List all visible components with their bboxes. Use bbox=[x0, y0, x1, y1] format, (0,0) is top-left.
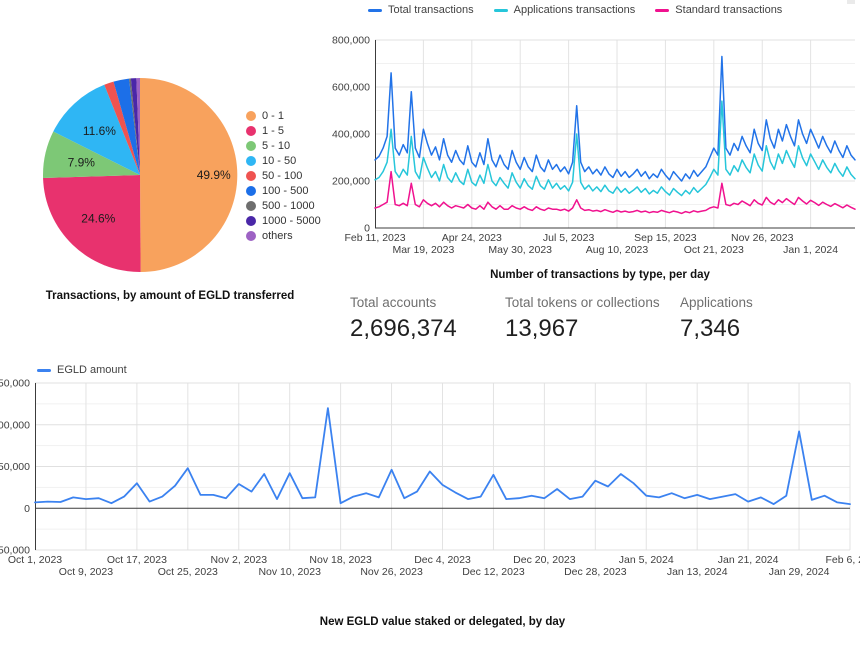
legend-label: Standard transactions bbox=[675, 4, 782, 16]
x-tick-label: Jul 5, 2023 bbox=[543, 232, 595, 244]
egld-chart-legend: EGLD amount bbox=[37, 364, 127, 376]
stat-total-accounts: Total accounts 2,696,374 bbox=[350, 295, 457, 343]
legend-label: 1 - 5 bbox=[262, 125, 284, 137]
x-tick-label: Aug 10, 2023 bbox=[586, 244, 649, 256]
legend-label: Total transactions bbox=[388, 4, 474, 16]
legend-swatch bbox=[37, 369, 51, 372]
legend-item-50-100[interactable]: 50 - 100 bbox=[246, 170, 321, 182]
pie-percent-label: 49.9% bbox=[197, 168, 231, 182]
legend-label: 50 - 100 bbox=[262, 170, 302, 182]
legend-swatch bbox=[246, 186, 256, 196]
legend-item-others[interactable]: others bbox=[246, 230, 321, 242]
legend-item-standard-transactions[interactable]: Standard transactions bbox=[655, 4, 782, 16]
pie-percent-label: 11.6% bbox=[83, 124, 116, 138]
x-tick-label: Oct 21, 2023 bbox=[684, 244, 744, 256]
x-tick-label: Oct 25, 2023 bbox=[158, 566, 218, 578]
legend-label: 0 - 1 bbox=[262, 110, 284, 122]
legend-item-500-1000[interactable]: 500 - 1000 bbox=[246, 200, 321, 212]
y-tick-label: 600,000 bbox=[332, 82, 370, 94]
y-tick-label: 0 bbox=[24, 503, 30, 515]
y-tick-label: 200,000 bbox=[332, 176, 370, 188]
legend-swatch bbox=[246, 141, 256, 151]
transactions-by-type-chart[interactable]: 0200,000400,000600,000800,000Feb 11, 202… bbox=[375, 40, 855, 228]
pie-chart-title: Transactions, by amount of EGLD transfer… bbox=[0, 290, 340, 302]
legend-item-applications-transactions[interactable]: Applications transactions bbox=[494, 4, 636, 16]
x-tick-label: Feb 11, 2023 bbox=[344, 232, 405, 244]
y-tick-label: 400,000 bbox=[332, 129, 370, 141]
pie-legend: 0 - 1 1 - 5 5 - 10 10 - 50 50 - 100 100 - 500… bbox=[246, 110, 321, 242]
cropped-ui-fragment bbox=[847, 0, 855, 4]
legend-swatch bbox=[246, 171, 256, 181]
legend-item-10-50[interactable]: 10 - 50 bbox=[246, 155, 321, 167]
legend-label: Applications transactions bbox=[514, 4, 636, 16]
legend-item-1000-5000[interactable]: 1000 - 5000 bbox=[246, 215, 321, 227]
pie-chart[interactable]: 49.9% 24.6% 7.9% 11.6% bbox=[43, 78, 237, 272]
x-tick-label: Oct 1, 2023 bbox=[8, 554, 62, 566]
legend-item-0-1[interactable]: 0 - 1 bbox=[246, 110, 321, 122]
stat-value: 13,967 bbox=[505, 315, 660, 343]
x-tick-label: May 30, 2023 bbox=[488, 244, 552, 256]
x-tick-label: Nov 10, 2023 bbox=[258, 566, 321, 578]
analytics-dashboard: 49.9% 24.6% 7.9% 11.6% 0 - 1 1 - 5 5 - 10 10 -… bbox=[0, 0, 860, 645]
legend-swatch bbox=[246, 231, 256, 241]
transactions-chart-title: Number of transactions by type, per day bbox=[355, 269, 845, 281]
x-tick-label: Oct 9, 2023 bbox=[59, 566, 113, 578]
legend-label: 500 - 1000 bbox=[262, 200, 315, 212]
x-tick-label: Jan 1, 2024 bbox=[783, 244, 838, 256]
stat-value: 7,346 bbox=[680, 315, 753, 343]
x-tick-label: Apr 24, 2023 bbox=[442, 232, 502, 244]
x-tick-label: Sep 15, 2023 bbox=[634, 232, 697, 244]
x-tick-label: Jan 21, 2024 bbox=[718, 554, 779, 566]
legend-item-100-500[interactable]: 100 - 500 bbox=[246, 185, 321, 197]
x-tick-label: Nov 2, 2023 bbox=[210, 554, 267, 566]
stat-label: Applications bbox=[680, 295, 753, 310]
legend-label: 100 - 500 bbox=[262, 185, 308, 197]
stat-label: Total tokens or collections bbox=[505, 295, 660, 310]
x-tick-label: Feb 6, 2… bbox=[825, 554, 860, 566]
x-tick-label: Nov 18, 2023 bbox=[309, 554, 372, 566]
pie-percent-label: 7.9% bbox=[68, 155, 96, 169]
legend-swatch bbox=[246, 111, 256, 121]
x-tick-label: Dec 4, 2023 bbox=[414, 554, 471, 566]
legend-swatch bbox=[368, 9, 382, 12]
x-tick-label: Dec 12, 2023 bbox=[462, 566, 525, 578]
stat-label: Total accounts bbox=[350, 295, 457, 310]
y-tick-label: 50,000 bbox=[0, 461, 30, 473]
x-tick-label: Dec 20, 2023 bbox=[513, 554, 576, 566]
egld-chart-title: New EGLD value staked or delegated, by d… bbox=[35, 616, 850, 628]
x-tick-label: Jan 13, 2024 bbox=[667, 566, 728, 578]
legend-swatch bbox=[246, 126, 256, 136]
y-tick-label: 150,000 bbox=[0, 378, 30, 390]
legend-label: 1000 - 5000 bbox=[262, 215, 321, 227]
legend-swatch bbox=[246, 201, 256, 211]
x-tick-label: Dec 28, 2023 bbox=[564, 566, 627, 578]
legend-item-1-5[interactable]: 1 - 5 bbox=[246, 125, 321, 137]
transactions-chart-legend: Total transactions Applications transacti… bbox=[368, 4, 782, 16]
legend-label: 10 - 50 bbox=[262, 155, 296, 167]
x-tick-label: Jan 5, 2024 bbox=[619, 554, 674, 566]
legend-item-total-transactions[interactable]: Total transactions bbox=[368, 4, 474, 16]
x-tick-label: Nov 26, 2023 bbox=[360, 566, 423, 578]
legend-swatch bbox=[246, 216, 256, 226]
legend-item-5-10[interactable]: 5 - 10 bbox=[246, 140, 321, 152]
x-tick-label: Oct 17, 2023 bbox=[107, 554, 167, 566]
y-tick-label: 800,000 bbox=[332, 35, 370, 47]
legend-swatch bbox=[655, 9, 669, 12]
pie-percent-label: 24.6% bbox=[81, 212, 115, 226]
x-tick-label: Mar 19, 2023 bbox=[392, 244, 454, 256]
legend-label: EGLD amount bbox=[57, 364, 127, 376]
legend-swatch bbox=[246, 156, 256, 166]
x-tick-label: Nov 26, 2023 bbox=[731, 232, 794, 244]
y-tick-label: 100,000 bbox=[0, 419, 30, 431]
legend-label: others bbox=[262, 230, 293, 242]
stat-total-tokens: Total tokens or collections 13,967 bbox=[505, 295, 660, 343]
legend-label: 5 - 10 bbox=[262, 140, 290, 152]
legend-item-egld-amount[interactable]: EGLD amount bbox=[37, 364, 127, 376]
stat-applications: Applications 7,346 bbox=[680, 295, 753, 343]
x-tick-label: Jan 29, 2024 bbox=[769, 566, 830, 578]
stat-value: 2,696,374 bbox=[350, 315, 457, 343]
legend-swatch bbox=[494, 9, 508, 12]
egld-staked-chart[interactable]: -50,000050,000100,000150,000Oct 1, 2023O… bbox=[35, 383, 850, 550]
